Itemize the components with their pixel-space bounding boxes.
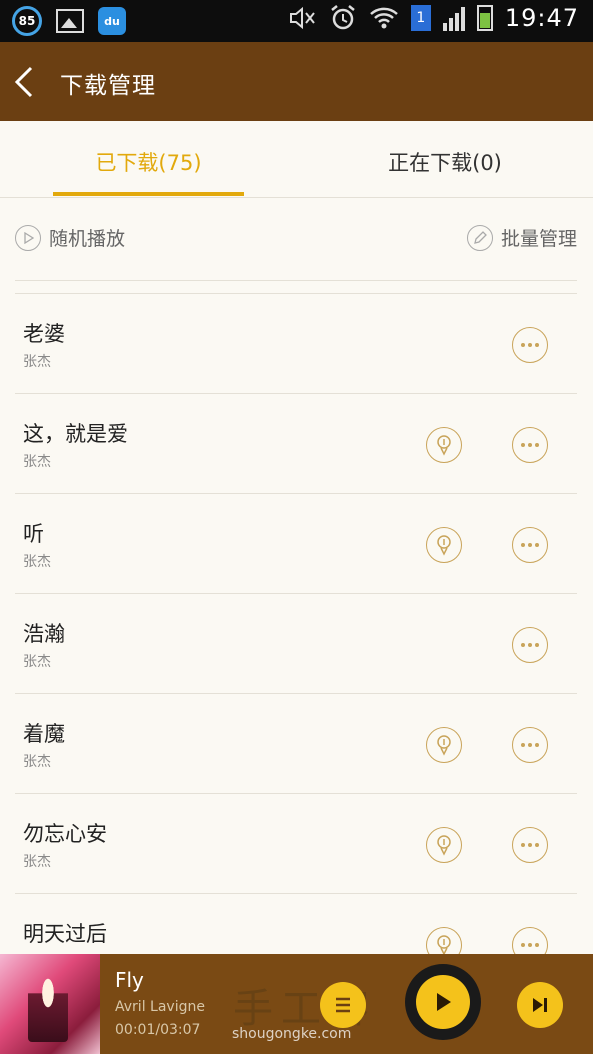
ellipsis-icon <box>521 343 539 347</box>
song-artist: 张杰 <box>23 354 51 370</box>
song-artist: 张杰 <box>23 554 51 570</box>
divider <box>15 280 577 281</box>
song-artist: 张杰 <box>23 654 51 670</box>
mute-icon <box>289 6 315 30</box>
bulb-icon <box>437 535 451 556</box>
bulb-icon <box>437 835 451 856</box>
watermark-url: shougongke.com <box>232 1026 352 1042</box>
song-artist: 张杰 <box>23 754 51 770</box>
song-title: 明天过后 <box>23 922 107 946</box>
skip-next-icon <box>533 998 547 1012</box>
play-button[interactable] <box>405 964 481 1040</box>
more-options-button[interactable] <box>512 427 548 463</box>
tab-bar: 已下载(75) 正在下载(0) <box>0 121 593 198</box>
song-row[interactable]: 明天过后 张杰 <box>15 894 577 954</box>
ellipsis-icon <box>521 943 539 947</box>
ellipsis-icon <box>521 543 539 547</box>
more-options-button[interactable] <box>512 927 548 954</box>
song-artist: 张杰 <box>23 454 51 470</box>
alarm-icon <box>331 5 355 30</box>
notification-count-icon: 85 <box>12 6 42 36</box>
batch-manage-label: 批量管理 <box>500 228 577 250</box>
song-row[interactable]: 浩瀚 张杰 <box>15 594 577 694</box>
ringtone-button[interactable] <box>426 427 462 463</box>
ellipsis-icon <box>521 743 539 747</box>
tab-downloading[interactable]: 正在下载(0) <box>350 147 540 177</box>
next-track-button[interactable] <box>517 982 563 1028</box>
song-artist: 张杰 <box>23 854 51 870</box>
more-options-button[interactable] <box>512 327 548 363</box>
sim-slot-icon: 1 <box>410 5 431 31</box>
bulb-icon <box>437 435 451 456</box>
song-title: 着魔 <box>23 722 65 746</box>
app-header: 下载管理 <box>0 42 593 121</box>
more-options-button[interactable] <box>512 727 548 763</box>
ringtone-button[interactable] <box>426 827 462 863</box>
song-title: 勿忘心安 <box>23 822 107 846</box>
baidu-music-icon: du <box>98 7 126 35</box>
song-row[interactable]: 着魔 张杰 <box>15 694 577 794</box>
play-icon <box>437 993 451 1011</box>
chevron-left-icon <box>14 66 33 98</box>
ellipsis-icon <box>521 443 539 447</box>
back-button[interactable] <box>10 64 44 100</box>
more-options-button[interactable] <box>512 627 548 663</box>
song-title: 听 <box>23 522 44 546</box>
bulb-icon <box>437 935 451 954</box>
bulb-icon <box>437 735 451 756</box>
action-row: 随机播放 批量管理 <box>0 198 593 280</box>
list-icon <box>336 997 350 1013</box>
edit-icon <box>466 224 493 251</box>
song-row[interactable]: 勿忘心安 张杰 <box>15 794 577 894</box>
shuffle-play-button[interactable]: 随机播放 <box>15 224 125 251</box>
song-list[interactable]: 老婆 张杰 这，就是爱 张杰 听 张杰 浩瀚 张杰 着魔 张杰 勿忘心安 张杰 … <box>0 294 593 954</box>
battery-icon <box>476 5 493 31</box>
more-options-button[interactable] <box>512 527 548 563</box>
ellipsis-icon <box>521 843 539 847</box>
more-options-button[interactable] <box>512 827 548 863</box>
ringtone-button[interactable] <box>426 727 462 763</box>
track-time: 00:01/03:07 <box>115 1022 201 1038</box>
status-bar: 85 du 1 19:47 <box>0 0 593 42</box>
batch-manage-button[interactable]: 批量管理 <box>466 224 577 251</box>
playlist-button[interactable] <box>320 982 366 1028</box>
shuffle-play-label: 随机播放 <box>49 228 126 250</box>
play-circle-icon <box>15 224 41 251</box>
song-title: 浩瀚 <box>23 622 65 646</box>
ringtone-button[interactable] <box>426 527 462 563</box>
song-row[interactable]: 老婆 张杰 <box>15 294 577 394</box>
active-tab-indicator <box>53 192 244 196</box>
tab-downloaded[interactable]: 已下载(75) <box>53 147 244 177</box>
ringtone-button[interactable] <box>426 927 462 954</box>
song-title: 老婆 <box>23 322 65 346</box>
song-row[interactable]: 听 张杰 <box>15 494 577 594</box>
status-time: 19:47 <box>504 4 579 32</box>
ellipsis-icon <box>521 643 539 647</box>
gallery-icon <box>56 9 84 33</box>
track-title: Fly <box>115 968 144 992</box>
page-title: 下载管理 <box>60 73 156 99</box>
album-art[interactable] <box>0 954 100 1054</box>
song-title: 这，就是爱 <box>23 422 128 446</box>
wifi-icon <box>369 7 398 29</box>
song-row[interactable]: 这，就是爱 张杰 <box>15 394 577 494</box>
mini-player[interactable]: Fly Avril Lavigne 00:01/03:07 手工客 shougo… <box>0 954 593 1054</box>
track-artist: Avril Lavigne <box>115 999 205 1015</box>
signal-icon <box>442 5 465 31</box>
